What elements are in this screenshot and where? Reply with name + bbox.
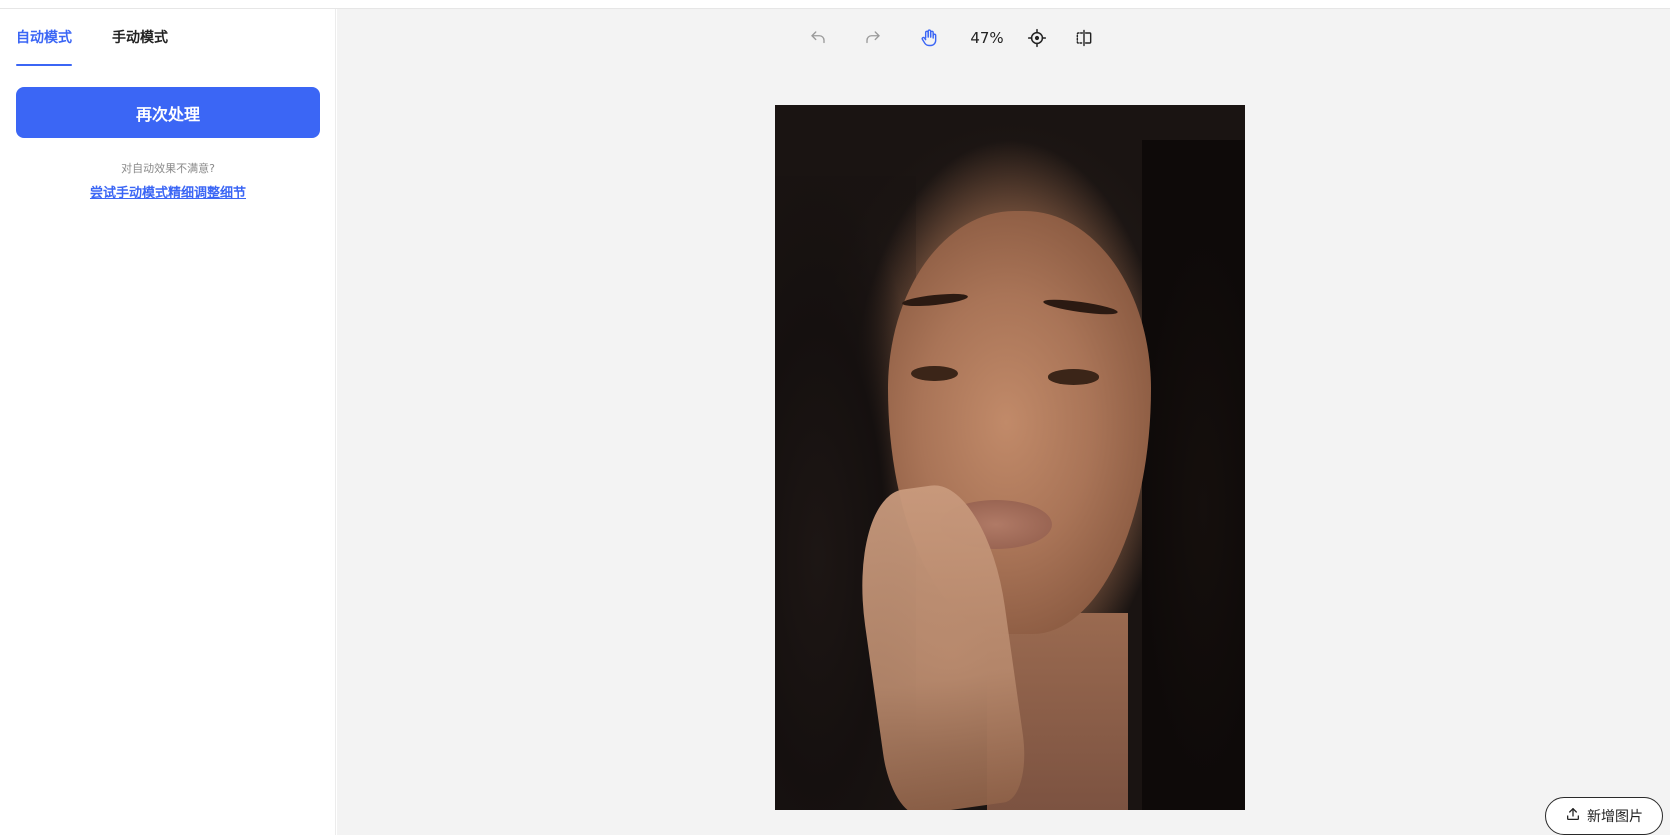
upload-icon — [1565, 806, 1581, 826]
top-bar — [0, 0, 1670, 9]
app-root: 自动模式 手动模式 再次处理 对自动效果不满意? 尝试手动模式精细调整细节 47… — [0, 0, 1670, 835]
reprocess-button[interactable]: 再次处理 — [16, 87, 320, 138]
mode-tabs: 自动模式 手动模式 — [16, 28, 168, 66]
redo-icon — [864, 29, 882, 47]
tab-manual-mode[interactable]: 手动模式 — [112, 28, 168, 66]
undo-button[interactable] — [805, 21, 831, 55]
sidebar: 自动模式 手动模式 再次处理 对自动效果不满意? 尝试手动模式精细调整细节 — [0, 9, 336, 835]
tab-auto-mode[interactable]: 自动模式 — [16, 28, 72, 66]
compare-button[interactable] — [1071, 21, 1097, 55]
photo-hair-right — [1141, 140, 1245, 810]
crosshair-fit-icon — [1027, 28, 1047, 48]
undo-icon — [809, 29, 827, 47]
zoom-level[interactable]: 47% — [962, 21, 1012, 55]
compare-split-icon — [1074, 28, 1094, 48]
fit-view-button[interactable] — [1024, 21, 1050, 55]
manual-mode-link[interactable]: 尝试手动模式精细调整细节 — [0, 182, 336, 201]
portrait-photo[interactable] — [775, 105, 1245, 810]
add-image-button[interactable]: 新增图片 — [1545, 797, 1663, 835]
hint-text: 对自动效果不满意? — [121, 162, 215, 175]
canvas-toolbar: 47% — [337, 21, 1670, 55]
image-canvas: 47% 新增图片 — [337, 9, 1670, 835]
hand-pan-icon — [919, 28, 939, 48]
add-image-label: 新增图片 — [1587, 809, 1643, 825]
pan-tool-button[interactable] — [916, 21, 942, 55]
redo-button[interactable] — [860, 21, 886, 55]
photo-eye-right — [1047, 369, 1100, 385]
